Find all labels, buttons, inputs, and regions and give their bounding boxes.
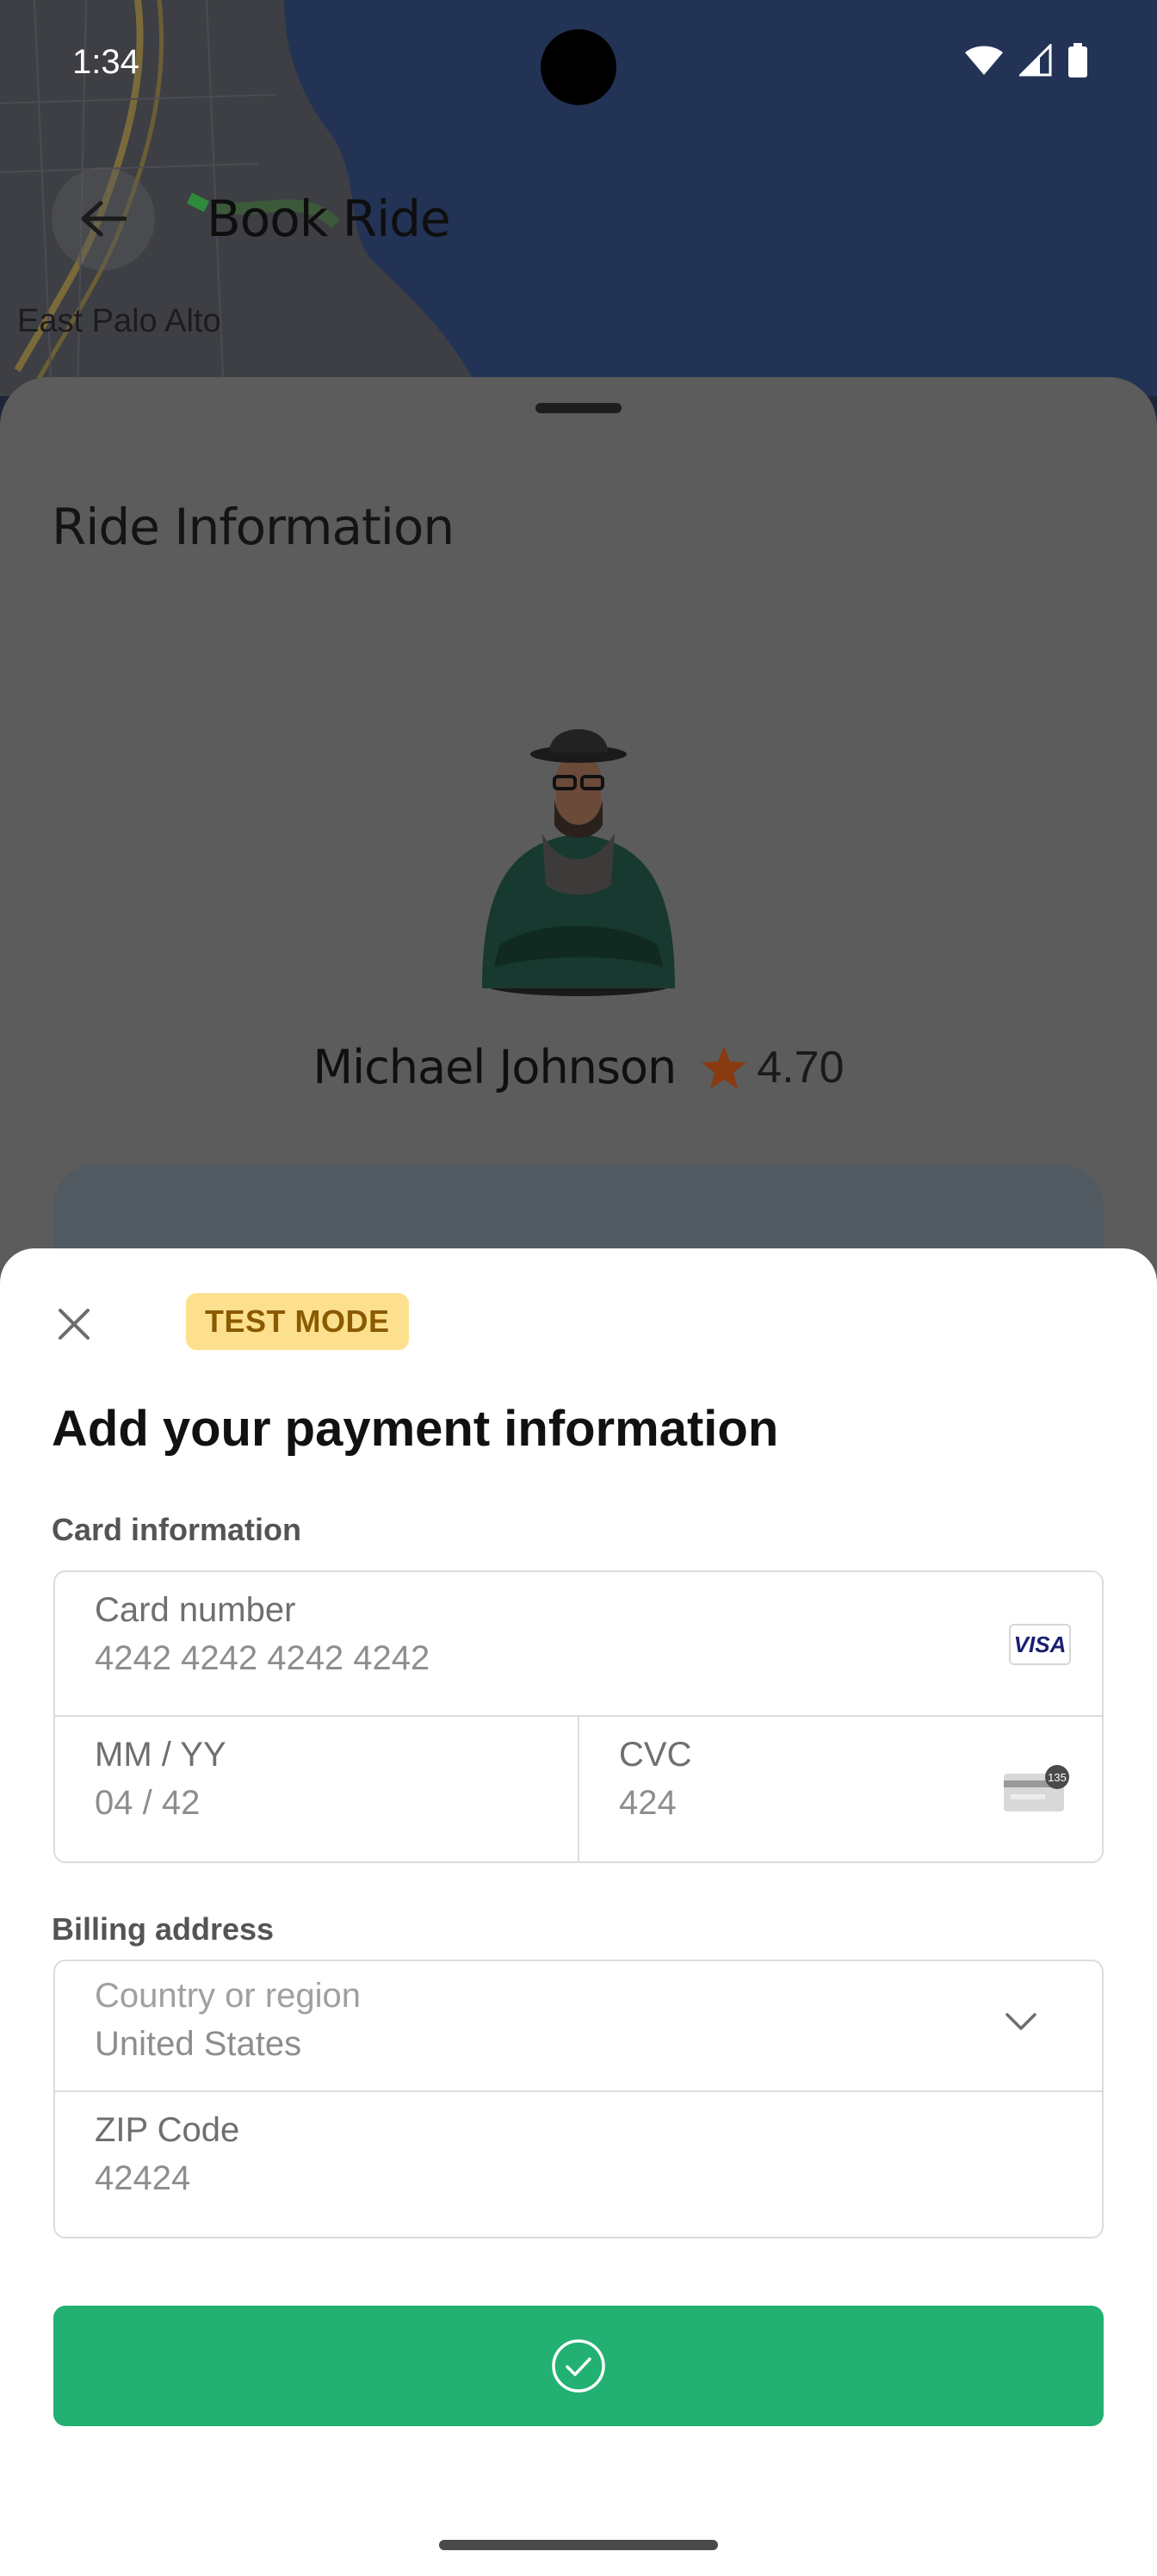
- driver-info-row: Michael Johnson 4.70: [0, 1040, 1157, 1094]
- map-place-label: East Palo Alto: [17, 303, 221, 339]
- status-icons: [964, 43, 1088, 77]
- billing-section-label: Billing address: [52, 1911, 275, 1947]
- country-label: Country or region: [95, 1977, 362, 2015]
- modal-title: Add your payment information: [52, 1401, 779, 1457]
- back-button[interactable]: [52, 167, 155, 270]
- test-mode-badge: TEST MODE: [186, 1293, 409, 1350]
- expiry-input[interactable]: 04 / 42: [95, 1784, 200, 1823]
- section-title: Ride Information: [52, 498, 455, 556]
- status-bar: 1:34: [0, 0, 1157, 129]
- zip-input[interactable]: 42424: [95, 2159, 190, 2198]
- billing-fields: Country or region United States ZIP Code…: [53, 1960, 1104, 2239]
- driver-name: Michael Johnson: [312, 1040, 677, 1094]
- check-circle-icon: [552, 2339, 605, 2393]
- card-number-label: Card number: [95, 1591, 296, 1629]
- page-title: Book Ride: [207, 189, 451, 248]
- cvc-label: CVC: [619, 1736, 692, 1774]
- payment-sheet: TEST MODE Add your payment information C…: [0, 1248, 1157, 2576]
- card-fields: Card number 4242 4242 4242 4242 VISA MM …: [53, 1570, 1104, 1863]
- cvc-icon-text: 135: [1048, 1771, 1067, 1784]
- camera-cutout: [541, 29, 616, 105]
- zip-field[interactable]: ZIP Code 42424: [55, 2092, 1102, 2237]
- close-button[interactable]: [48, 1298, 100, 1350]
- cvc-field[interactable]: CVC 424 135: [578, 1717, 1102, 1861]
- country-value: United States: [95, 2025, 302, 2063]
- zip-label: ZIP Code: [95, 2111, 240, 2149]
- arrow-left-icon: [81, 201, 127, 237]
- pay-button[interactable]: [53, 2306, 1104, 2426]
- cvc-input[interactable]: 424: [619, 1784, 677, 1823]
- card-number-field[interactable]: Card number 4242 4242 4242 4242 VISA: [55, 1572, 1102, 1717]
- rating-value: 4.70: [757, 1042, 845, 1093]
- expiry-label: MM / YY: [95, 1736, 226, 1774]
- battery-icon: [1068, 43, 1087, 77]
- signal-icon: [1019, 44, 1052, 77]
- home-indicator[interactable]: [439, 2540, 718, 2550]
- visa-icon: VISA: [1009, 1624, 1071, 1665]
- wifi-icon: [965, 46, 1003, 75]
- status-time: 1:34: [72, 43, 139, 81]
- chevron-down-icon: [1005, 2013, 1036, 2030]
- card-number-input[interactable]: 4242 4242 4242 4242: [95, 1639, 430, 1678]
- close-icon: [59, 1309, 90, 1340]
- expiry-field[interactable]: MM / YY 04 / 42: [55, 1717, 578, 1861]
- driver-rating: 4.70: [700, 1042, 845, 1093]
- sheet-drag-handle[interactable]: [535, 403, 622, 413]
- card-section-label: Card information: [52, 1512, 302, 1547]
- driver-avatar: [482, 729, 675, 996]
- country-select[interactable]: Country or region United States: [55, 1961, 1102, 2092]
- star-icon: [702, 1045, 747, 1089]
- card-cvc-icon: 135: [1004, 1765, 1069, 1811]
